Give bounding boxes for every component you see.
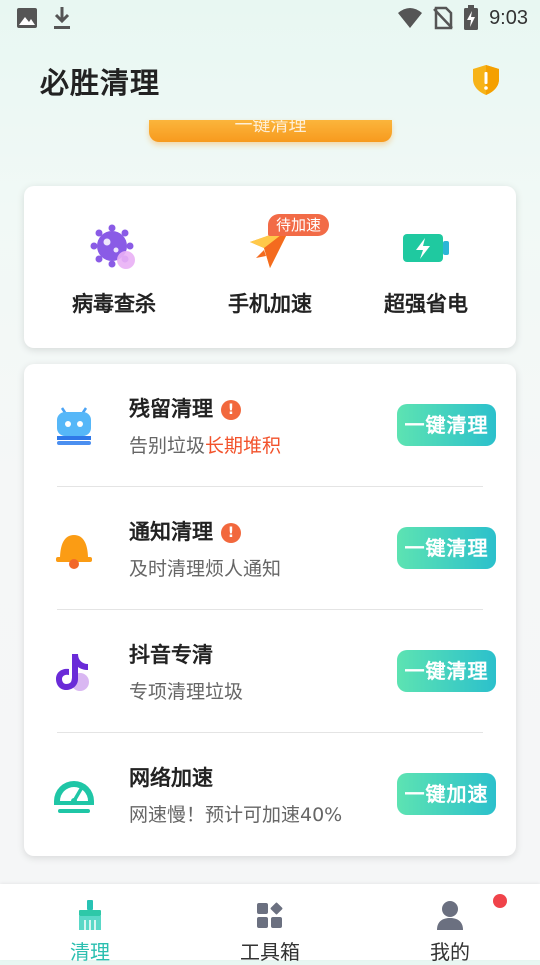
list-item-residual-cleanup: 残留清理! 告别垃圾长期堆积 一键清理 bbox=[24, 364, 516, 487]
list-item-title-text: 网络加速 bbox=[129, 766, 213, 790]
scan-button[interactable]: 一键清理 bbox=[149, 120, 392, 142]
notification-dot bbox=[493, 894, 507, 908]
list-item-title: 网络加速 bbox=[129, 762, 213, 792]
battery-charging-icon bbox=[464, 5, 479, 30]
tool-power-save[interactable]: 超强省电 bbox=[344, 186, 508, 348]
list-item-title-text: 通知清理 bbox=[129, 520, 213, 544]
list-item-subtitle-highlight: 长期堆积 bbox=[205, 435, 282, 457]
list-item-title: 残留清理! bbox=[129, 393, 241, 423]
status-bar-left bbox=[16, 6, 72, 30]
clean-button[interactable]: 一键清理 bbox=[397, 650, 496, 692]
tab-clean[interactable]: 清理 bbox=[0, 884, 180, 964]
tab-label: 工具箱 bbox=[240, 940, 300, 964]
broom-icon bbox=[79, 900, 101, 930]
download-icon bbox=[54, 7, 70, 29]
tool-label: 病毒查杀 bbox=[72, 292, 156, 316]
warning-icon: ! bbox=[221, 400, 241, 420]
list-item-title-text: 残留清理 bbox=[129, 397, 213, 421]
list-item-subtitle: 网速慢！预计可加速40% bbox=[129, 804, 343, 826]
status-bar: 9:03 bbox=[0, 0, 540, 36]
cleanup-list-card: 残留清理! 告别垃圾长期堆积 一键清理 通知清理! 及时清理烦人通知 一键清理 … bbox=[24, 364, 516, 856]
bell-icon bbox=[56, 535, 92, 569]
shield-alert-icon[interactable] bbox=[471, 64, 501, 96]
app-title: 必胜清理 bbox=[40, 66, 161, 100]
tools-card: 病毒查杀 手机加速 超强省电 bbox=[24, 186, 516, 348]
user-icon bbox=[437, 901, 463, 930]
android-robot-icon bbox=[57, 407, 91, 445]
virus-icon bbox=[90, 224, 135, 269]
tool-label: 手机加速 bbox=[228, 292, 312, 316]
list-item-douyin-cleanup: 抖音专清 专项清理垃圾 一键清理 bbox=[24, 610, 516, 733]
tab-toolbox[interactable]: 工具箱 bbox=[180, 884, 360, 964]
tab-mine[interactable]: 我的 bbox=[360, 884, 540, 964]
list-item-network-boost: 网络加速 网速慢！预计可加速40% 一键加速 bbox=[24, 733, 516, 856]
status-bar-right: 9:03 bbox=[397, 5, 528, 31]
list-item-notification-cleanup: 通知清理! 及时清理烦人通知 一键清理 bbox=[24, 487, 516, 610]
grid-icon bbox=[257, 902, 283, 928]
warning-icon: ! bbox=[221, 523, 241, 543]
tiktok-icon bbox=[56, 654, 89, 691]
list-item-title: 通知清理! bbox=[129, 516, 241, 546]
status-time: 9:03 bbox=[489, 6, 528, 29]
list-item-subtitle: 专项清理垃圾 bbox=[129, 681, 244, 703]
boost-badge: 待加速 bbox=[268, 214, 330, 236]
list-item-subtitle: 告别垃圾长期堆积 bbox=[129, 431, 281, 458]
boost-button[interactable]: 一键加速 bbox=[397, 773, 496, 815]
no-sim-icon bbox=[433, 6, 453, 30]
tool-label: 超强省电 bbox=[384, 292, 468, 316]
battery-icon bbox=[403, 234, 449, 262]
speedometer-icon bbox=[54, 781, 94, 813]
image-icon bbox=[17, 8, 37, 28]
tab-label: 我的 bbox=[430, 940, 470, 964]
tab-label: 清理 bbox=[70, 940, 110, 964]
list-item-title: 抖音专清 bbox=[129, 639, 213, 669]
scan-button-label: 一键清理 bbox=[234, 120, 307, 136]
clean-button[interactable]: 一键清理 bbox=[397, 527, 496, 569]
list-item-title-text: 抖音专清 bbox=[129, 643, 213, 667]
tool-virus-scan[interactable]: 病毒查杀 bbox=[32, 186, 196, 348]
clean-button[interactable]: 一键清理 bbox=[397, 404, 496, 446]
bottom-tab-bar: 清理 工具箱 我的 bbox=[0, 884, 540, 964]
list-item-subtitle: 及时清理烦人通知 bbox=[129, 558, 282, 580]
list-item-subtitle-text: 告别垃圾 bbox=[129, 435, 206, 457]
tool-phone-boost[interactable]: 手机加速 bbox=[188, 186, 352, 348]
wifi-icon bbox=[398, 8, 423, 28]
